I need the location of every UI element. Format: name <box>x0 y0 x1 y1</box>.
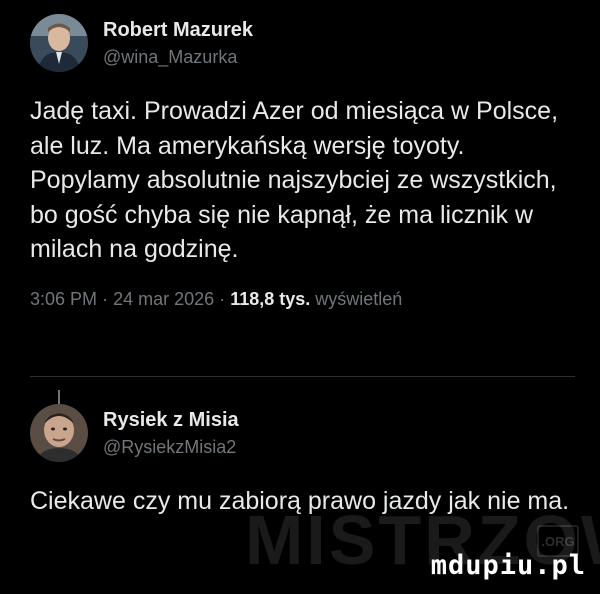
views-label: wyświetleń <box>315 288 403 309</box>
author-display-name[interactable]: Rysiek z Misia <box>103 407 239 433</box>
meta-separator: · <box>102 288 109 309</box>
tweet-author: Robert Mazurek @wina_Mazurka <box>30 14 575 72</box>
tweet-meta: 3:06 PM · 24 mar 2026 · 118,8 tys. wyświ… <box>30 289 575 310</box>
tweet-divider <box>30 376 575 377</box>
avatar-rysiek-z-misia[interactable] <box>30 404 88 462</box>
avatar-robert-mazurek[interactable] <box>30 14 88 72</box>
thread-connector <box>58 390 60 404</box>
tweet-date[interactable]: 24 mar 2026 <box>113 289 214 309</box>
views-count[interactable]: 118,8 tys. <box>230 289 310 309</box>
author-handle[interactable]: @wina_Mazurka <box>103 45 253 69</box>
tweet-author: Rysiek z Misia @RysiekzMisia2 <box>30 404 575 462</box>
tweet-robert-mazurek[interactable]: Robert Mazurek @wina_Mazurka Jadę taxi. … <box>30 14 575 310</box>
author-display-name[interactable]: Robert Mazurek <box>103 17 253 43</box>
author-handle[interactable]: @RysiekzMisia2 <box>103 435 239 459</box>
meta-separator: · <box>219 288 226 309</box>
tweet-text: Jadę taxi. Prowadzi Azer od miesiąca w P… <box>30 97 559 263</box>
tweet-time[interactable]: 3:06 PM <box>30 289 97 309</box>
site-logo: mdupiu.pl <box>430 550 586 581</box>
